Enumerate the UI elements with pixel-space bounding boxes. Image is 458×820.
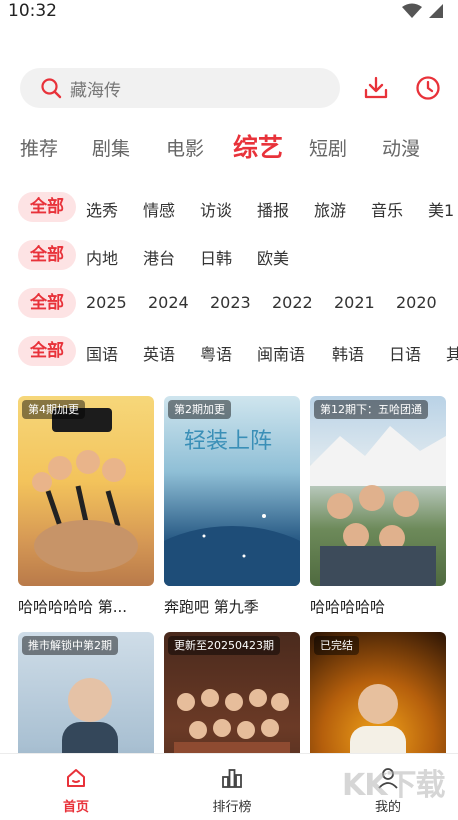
status-icons bbox=[402, 3, 444, 19]
filter-option[interactable]: 国语 bbox=[86, 341, 118, 365]
poster-art bbox=[310, 426, 446, 586]
card-title: 哈哈哈哈哈 bbox=[310, 598, 386, 616]
filter-all-chip[interactable]: 全部 bbox=[18, 192, 76, 222]
poster-image: 第12期下：五哈团通 bbox=[310, 396, 446, 586]
card-title: 奔跑吧 第九季 bbox=[164, 598, 259, 616]
nav-home[interactable]: 首页 bbox=[36, 766, 116, 815]
episode-badge: 更新至20250423期 bbox=[168, 636, 280, 655]
episode-badge: 第12期下：五哈团通 bbox=[314, 400, 428, 419]
wifi-icon bbox=[402, 3, 422, 18]
ranking-icon bbox=[220, 766, 244, 790]
tab-variety[interactable]: 综艺 bbox=[233, 128, 283, 164]
tab-series[interactable]: 剧集 bbox=[92, 134, 130, 161]
episode-badge: 已完结 bbox=[314, 636, 359, 655]
filter-option[interactable]: 港台 bbox=[143, 245, 175, 269]
episode-badge: 第2期加更 bbox=[168, 400, 231, 419]
filter-option[interactable]: 粤语 bbox=[200, 341, 232, 365]
filter-option[interactable]: 2025 bbox=[86, 293, 127, 312]
filter-all-chip[interactable]: 全部 bbox=[18, 336, 76, 366]
search-icon bbox=[40, 77, 62, 99]
filter-option[interactable]: 日语 bbox=[389, 341, 421, 365]
poster-art bbox=[32, 408, 138, 572]
filter-option[interactable]: 欧美 bbox=[257, 245, 289, 269]
svg-text:轻装上阵: 轻装上阵 bbox=[184, 429, 272, 454]
filter-all-chip[interactable]: 全部 bbox=[18, 288, 76, 318]
filter-option[interactable]: 播报 bbox=[257, 197, 289, 221]
history-button[interactable] bbox=[414, 74, 442, 102]
tab-recommend[interactable]: 推荐 bbox=[20, 134, 58, 161]
poster-card[interactable]: 第4期加更 哈哈哈哈哈 第... bbox=[18, 396, 154, 617]
tab-movies[interactable]: 电影 bbox=[166, 134, 204, 161]
download-button[interactable] bbox=[362, 74, 390, 102]
filter-option[interactable]: 音乐 bbox=[371, 197, 403, 221]
watermark: KK下载 bbox=[342, 768, 446, 803]
status-time: 10:32 bbox=[8, 1, 57, 21]
filter-row-region: 全部 内地 港台 日韩 欧美 bbox=[0, 238, 458, 274]
filter-row-year: 全部 2025 2024 2023 2022 2021 2020 bbox=[0, 286, 458, 322]
filter-option[interactable]: 选秀 bbox=[86, 197, 118, 221]
filter-option[interactable]: 内地 bbox=[86, 245, 118, 269]
filter-option[interactable]: 2020 bbox=[396, 293, 437, 312]
filter-option[interactable]: 2024 bbox=[148, 293, 189, 312]
tab-short-drama[interactable]: 短剧 bbox=[309, 134, 347, 161]
filter-option[interactable]: 情感 bbox=[143, 197, 175, 221]
filter-option[interactable]: 英语 bbox=[143, 341, 175, 365]
filter-row-language: 全部 国语 英语 粤语 闽南语 韩语 日语 其 bbox=[0, 334, 458, 370]
episode-badge: 推市解锁中第2期 bbox=[22, 636, 118, 655]
filter-option[interactable]: 2022 bbox=[272, 293, 313, 312]
card-title: 哈哈哈哈哈 第... bbox=[18, 598, 128, 616]
category-tabs: 推荐 剧集 电影 综艺 短剧 动漫 bbox=[0, 126, 458, 170]
poster-card[interactable]: 轻装上阵 第2期加更 奔跑吧 第九季 bbox=[164, 396, 300, 617]
search-input[interactable]: 藏海传 bbox=[20, 68, 340, 108]
nav-ranking-label: 排行榜 bbox=[212, 800, 252, 815]
poster-image: 第4期加更 bbox=[18, 396, 154, 586]
filter-option[interactable]: 日韩 bbox=[200, 245, 232, 269]
home-icon bbox=[64, 766, 88, 790]
clock-icon bbox=[416, 76, 440, 100]
filter-row-type: 全部 选秀 情感 访谈 播报 旅游 音乐 美1 bbox=[0, 190, 458, 226]
nav-home-label: 首页 bbox=[62, 800, 89, 815]
poster-image: 轻装上阵 第2期加更 bbox=[164, 396, 300, 586]
filter-option[interactable]: 闽南语 bbox=[257, 341, 305, 365]
search-placeholder: 藏海传 bbox=[70, 80, 121, 101]
filter-option[interactable]: 美1 bbox=[428, 197, 454, 221]
nav-ranking[interactable]: 排行榜 bbox=[192, 766, 272, 815]
episode-badge: 第4期加更 bbox=[22, 400, 85, 419]
filter-option[interactable]: 旅游 bbox=[314, 197, 346, 221]
poster-art: 轻装上阵 bbox=[164, 429, 300, 586]
poster-card[interactable]: 第12期下：五哈团通 哈哈哈哈哈 bbox=[310, 396, 446, 617]
status-bar: 10:32 bbox=[0, 0, 458, 26]
filter-option[interactable]: 2021 bbox=[334, 293, 375, 312]
filter-option[interactable]: 其 bbox=[446, 341, 458, 365]
filter-option[interactable]: 韩语 bbox=[332, 341, 364, 365]
tab-anime[interactable]: 动漫 bbox=[382, 134, 420, 161]
cellular-signal-icon bbox=[429, 4, 443, 18]
filter-option[interactable]: 访谈 bbox=[200, 197, 232, 221]
download-icon bbox=[364, 76, 388, 99]
filter-all-chip[interactable]: 全部 bbox=[18, 240, 76, 270]
filter-option[interactable]: 2023 bbox=[210, 293, 251, 312]
search-row: 藏海传 bbox=[0, 64, 458, 112]
